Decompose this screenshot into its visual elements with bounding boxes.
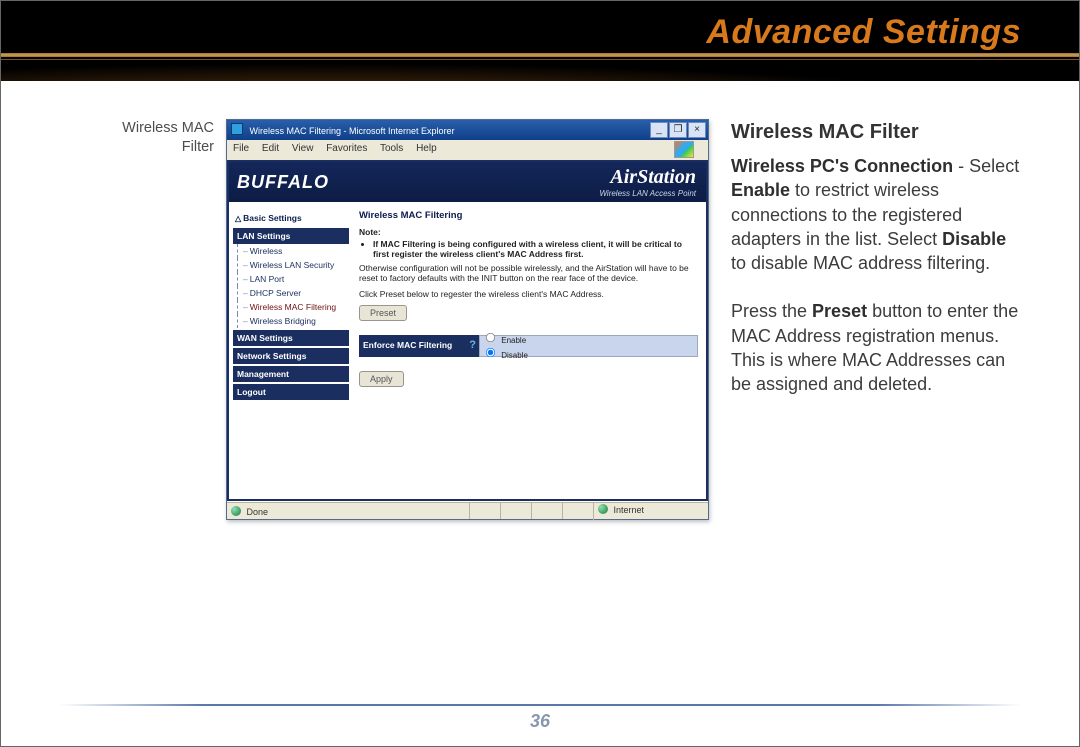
ie-flag-icon <box>674 141 694 158</box>
product-logo: AirStation Wireless LAN Access Point <box>599 166 696 198</box>
desc-block-2: Press the Preset button to enter the MAC… <box>731 299 1021 396</box>
enforce-row: Enforce MAC Filtering ? Enable Disable <box>359 335 698 357</box>
status-seg-3 <box>531 503 562 519</box>
ie-titlebar: Wireless MAC Filtering - Microsoft Inter… <box>227 120 708 140</box>
menu-view[interactable]: View <box>292 143 314 154</box>
enforce-label-cell: Enforce MAC Filtering ? <box>359 335 479 357</box>
desc-heading: Wireless MAC Filter <box>731 119 1021 146</box>
menu-file[interactable]: File <box>233 143 249 154</box>
enforce-label: Enforce MAC Filtering <box>363 340 452 350</box>
figure-caption-l2: Filter <box>182 139 214 155</box>
desc-block-1: Wireless PC's Connection - Select Enable… <box>731 154 1021 275</box>
note-p2: Otherwise configuration will not be poss… <box>359 263 698 283</box>
note-bullet-1: If MAC Filtering is being configured wit… <box>373 239 698 259</box>
menu-edit[interactable]: Edit <box>262 143 279 154</box>
window-max-button[interactable]: ❐ <box>669 122 687 138</box>
note-block: Note: If MAC Filtering is being configur… <box>359 227 698 299</box>
router-ui: BUFFALO AirStation Wireless LAN Access P… <box>227 160 708 501</box>
router-main: Wireless MAC Filtering Note: If MAC Filt… <box>351 204 706 499</box>
window-close-button[interactable]: × <box>688 122 706 138</box>
status-seg-2 <box>500 503 531 519</box>
menu-help[interactable]: Help <box>416 143 437 154</box>
zone-icon <box>598 504 608 514</box>
menu-tools[interactable]: Tools <box>380 143 403 154</box>
globe-icon <box>231 506 241 516</box>
sidebar-item-wireless[interactable]: Wireless <box>233 244 349 258</box>
radio-disable[interactable]: Disable <box>484 346 693 361</box>
menu-favorites[interactable]: Favorites <box>326 143 367 154</box>
status-done: Done <box>247 507 269 517</box>
header-rule <box>1 53 1079 57</box>
ie-menubar: File Edit View Favorites Tools Help <box>227 140 708 162</box>
status-seg-1 <box>469 503 500 519</box>
radio-enable[interactable]: Enable <box>484 331 693 346</box>
window-title: Wireless MAC Filtering - Microsoft Inter… <box>250 126 455 136</box>
description-column: Wireless MAC Filter Wireless PC's Connec… <box>731 119 1021 421</box>
status-zone: Internet <box>614 505 645 515</box>
sidebar-group-logout[interactable]: Logout <box>233 384 349 400</box>
ie-statusbar: Done Internet <box>227 502 708 519</box>
footer-rule <box>59 704 1021 706</box>
ie-icon <box>231 123 243 135</box>
figure-caption: Wireless MAC Filter <box>79 119 214 157</box>
header-glow <box>1 63 1079 81</box>
note-p3: Click Preset below to regester the wirel… <box>359 289 698 299</box>
sidebar: Basic Settings LAN Settings Wireless Wir… <box>229 204 351 499</box>
preset-button[interactable]: Preset <box>359 305 407 321</box>
product-tagline: Wireless LAN Access Point <box>599 189 696 198</box>
status-seg-4 <box>562 503 593 519</box>
help-icon[interactable]: ? <box>469 339 476 351</box>
sidebar-group-network[interactable]: Network Settings <box>233 348 349 364</box>
sidebar-group-management[interactable]: Management <box>233 366 349 382</box>
page-number: 36 <box>1 711 1079 732</box>
figure-caption-l1: Wireless MAC <box>122 120 214 136</box>
sidebar-item-mac-filtering[interactable]: Wireless MAC Filtering <box>233 300 349 314</box>
page-title: Advanced Settings <box>706 13 1021 52</box>
apply-button[interactable]: Apply <box>359 371 404 387</box>
sidebar-item-lan-port[interactable]: LAN Port <box>233 272 349 286</box>
browser-window: Wireless MAC Filtering - Microsoft Inter… <box>226 119 709 520</box>
sidebar-item-dhcp[interactable]: DHCP Server <box>233 286 349 300</box>
brand-logo: BUFFALO <box>237 172 329 193</box>
sidebar-item-wlan-security[interactable]: Wireless LAN Security <box>233 258 349 272</box>
note-label: Note: <box>359 227 698 237</box>
sidebar-group-wan[interactable]: WAN Settings <box>233 330 349 346</box>
sidebar-item-bridging[interactable]: Wireless Bridging <box>233 314 349 328</box>
product-name: AirStation <box>599 166 696 189</box>
main-heading: Wireless MAC Filtering <box>359 210 698 221</box>
status-zone-cell: Internet <box>593 502 708 520</box>
sidebar-basic-settings[interactable]: Basic Settings <box>233 210 349 226</box>
desc-subhead: Wireless PC's Connection <box>731 156 953 176</box>
router-header: BUFFALO AirStation Wireless LAN Access P… <box>229 162 706 202</box>
window-min-button[interactable]: _ <box>650 122 668 138</box>
sidebar-group-lan[interactable]: LAN Settings <box>233 228 349 244</box>
header-rule-2 <box>1 59 1079 60</box>
page-header: Advanced Settings <box>1 1 1079 81</box>
